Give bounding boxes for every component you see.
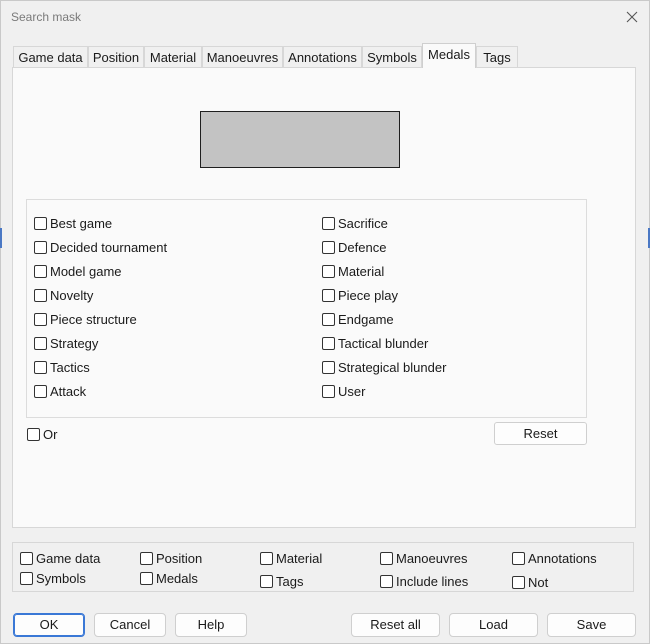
load-button[interactable]: Load [449,613,538,637]
medal-preview [200,111,400,168]
scope-manoeuvres-checkbox[interactable]: Manoeuvres [380,549,468,567]
cancel-button[interactable]: Cancel [94,613,166,637]
scope-annotations-checkbox[interactable]: Annotations [512,549,597,567]
medal-decided-tournament-checkbox[interactable]: Decided tournament [34,238,167,256]
medals-group: Best game Decided tournament Model game … [26,199,587,418]
medal-tactics-checkbox[interactable]: Tactics [34,358,90,376]
search-scope-group: Game data Position Material Manoeuvres A… [12,542,634,592]
tab-game-data[interactable]: Game data [13,46,88,68]
medal-novelty-checkbox[interactable]: Novelty [34,286,93,304]
tab-tags[interactable]: Tags [476,46,518,68]
medal-piece-play-checkbox[interactable]: Piece play [322,286,398,304]
scope-symbols-checkbox[interactable]: Symbols [20,569,86,587]
medal-user-checkbox[interactable]: User [322,382,365,400]
reset-button[interactable]: Reset [494,422,587,445]
medal-sacrifice-checkbox[interactable]: Sacrifice [322,214,388,232]
medal-tactical-blunder-checkbox[interactable]: Tactical blunder [322,334,428,352]
medal-material-checkbox[interactable]: Material [322,262,384,280]
close-button[interactable] [619,5,645,29]
tab-symbols[interactable]: Symbols [362,46,422,68]
close-icon [626,11,638,23]
medal-best-game-checkbox[interactable]: Best game [34,214,112,232]
tab-medals[interactable]: Medals [422,43,476,68]
search-mask-dialog: Search mask Game data Position Material … [0,0,650,644]
or-checkbox[interactable]: Or [27,425,57,443]
tab-annotations[interactable]: Annotations [283,46,362,68]
scope-medals-checkbox[interactable]: Medals [140,569,198,587]
medal-defence-checkbox[interactable]: Defence [322,238,386,256]
reset-all-button[interactable]: Reset all [351,613,440,637]
medal-endgame-checkbox[interactable]: Endgame [322,310,394,328]
scope-game-data-checkbox[interactable]: Game data [20,549,100,567]
not-checkbox[interactable]: Not [512,573,548,591]
medal-strategy-checkbox[interactable]: Strategy [34,334,98,352]
scope-tags-checkbox[interactable]: Tags [260,572,303,590]
tab-position[interactable]: Position [88,46,144,68]
window-title: Search mask [11,10,82,24]
tab-material[interactable]: Material [144,46,202,68]
medal-strategical-blunder-checkbox[interactable]: Strategical blunder [322,358,446,376]
include-lines-checkbox[interactable]: Include lines [380,572,468,590]
scope-position-checkbox[interactable]: Position [140,549,202,567]
medal-attack-checkbox[interactable]: Attack [34,382,86,400]
medal-piece-structure-checkbox[interactable]: Piece structure [34,310,137,328]
scope-material-checkbox[interactable]: Material [260,549,322,567]
title-bar: Search mask [1,1,650,33]
ok-button[interactable]: OK [13,613,85,637]
medals-panel: Best game Decided tournament Model game … [12,67,636,528]
window-edge-marker [0,228,2,248]
help-button[interactable]: Help [175,613,247,637]
save-button[interactable]: Save [547,613,636,637]
tab-manoeuvres[interactable]: Manoeuvres [202,46,283,68]
medal-model-game-checkbox[interactable]: Model game [34,262,122,280]
